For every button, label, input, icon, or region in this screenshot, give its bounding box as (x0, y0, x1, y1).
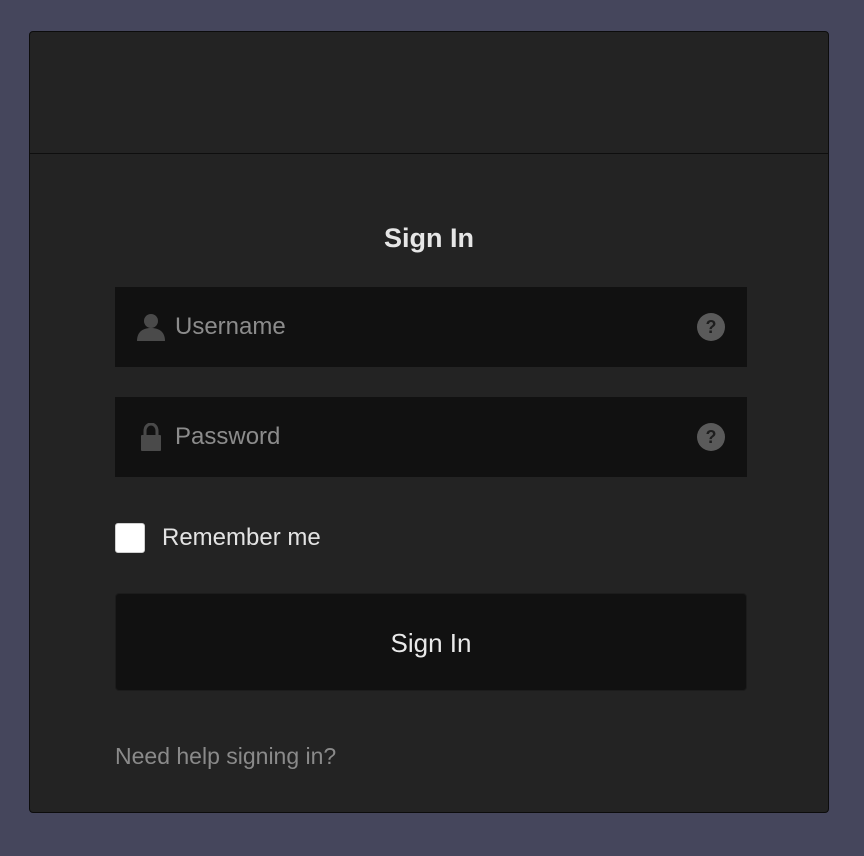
card-header (30, 32, 828, 154)
username-help-icon[interactable]: ? (697, 313, 725, 341)
remember-me-row: Remember me (115, 521, 321, 555)
remember-me-label[interactable]: Remember me (162, 524, 321, 552)
sign-in-button[interactable]: Sign In (115, 593, 747, 691)
user-icon (136, 313, 166, 341)
username-input[interactable] (175, 287, 675, 367)
password-help-icon[interactable]: ? (697, 423, 725, 451)
remember-me-checkbox[interactable] (115, 523, 145, 553)
page-title: Sign In (384, 223, 474, 253)
help-signing-in-link[interactable]: Need help signing in? (115, 743, 336, 770)
password-input[interactable] (175, 397, 675, 477)
sign-in-card: Sign In ? ? Remember me Sign In Need hel… (29, 31, 829, 813)
lock-icon (136, 423, 166, 451)
username-field[interactable]: ? (115, 287, 747, 367)
password-field[interactable]: ? (115, 397, 747, 477)
